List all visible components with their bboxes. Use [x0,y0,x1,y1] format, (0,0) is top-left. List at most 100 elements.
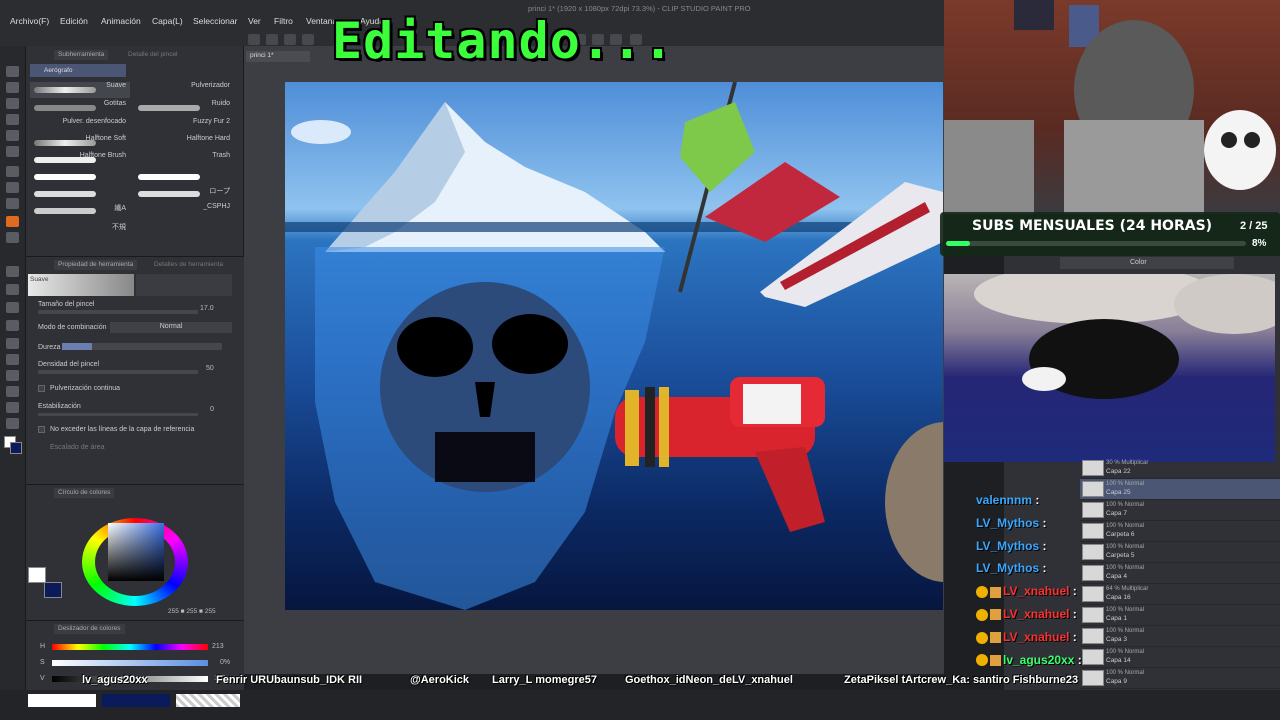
brush-suave[interactable]: Suave [30,82,130,98]
chat-username[interactable]: LV_xnahuel [1003,584,1069,598]
layer-row[interactable]: 100 % Normal Capa 14 [1080,647,1280,668]
chat-username[interactable]: LV_xnahuel [1003,607,1069,621]
brush-ruido[interactable]: Ruido [134,100,234,116]
brush-fuzzy-fur[interactable]: Fuzzy Fur 2 [134,118,234,134]
layer-row[interactable]: 100 % Normal Capa 9 [1080,668,1280,689]
brush-csphj[interactable]: _CSPHJ [134,203,234,219]
brush-pulver-desenfocado[interactable]: Pulver. desenfocado [30,118,130,134]
gradient-tool-icon[interactable] [6,320,19,331]
color-set-white[interactable] [28,694,96,707]
menu-ver[interactable]: Ver [248,16,261,26]
layer-row[interactable]: 100 % Normal Capa 4 [1080,563,1280,584]
tab-color-wheel[interactable]: Círculo de colores [54,488,115,498]
menu-edicion[interactable]: Edición [60,16,88,26]
menu-archivo[interactable]: Archivo(F) [10,16,49,26]
chat-username[interactable]: lv_agus20xx [1003,653,1074,667]
layer-color-dropdown[interactable]: Color [1060,257,1234,269]
chat-username[interactable]: LV_Mythos [976,516,1039,530]
subtool-group-airbrush[interactable]: Aerógrafo [30,64,126,77]
density-slider[interactable] [38,370,198,374]
canvas[interactable] [285,82,943,610]
continuous-checkbox[interactable] [38,385,45,392]
brush-halftone-soft[interactable]: Halftone Soft [30,135,130,151]
color-square[interactable] [108,523,164,581]
tab-color-slider[interactable]: Deslizador de colores [54,624,125,634]
operation-tool-icon[interactable] [6,98,19,109]
chat-username[interactable]: LV_xnahuel [1003,630,1069,644]
blend-tool-icon[interactable] [6,284,19,295]
zoom-tool-icon[interactable] [6,66,19,77]
brush-halftone-brush[interactable]: Halftone Brush [30,152,130,168]
balloon-tool-icon[interactable] [6,402,19,413]
layer-row[interactable]: 100 % Normal Carpeta 5 [1080,542,1280,563]
sub-color-swatch[interactable] [10,442,22,454]
color-set-navy[interactable] [102,694,170,707]
ruler-tool-icon[interactable] [6,370,19,381]
eyedropper-tool-icon[interactable] [6,146,19,157]
correct-line-tool-icon[interactable] [6,418,19,429]
frame-tool-icon[interactable] [6,354,19,365]
chat-colon: : [1032,493,1040,507]
layer-row[interactable]: 100 % Normal Capa 25 [1080,479,1280,500]
brush-tool-icon[interactable] [6,198,19,209]
brush-rope-a[interactable] [30,169,130,185]
airbrush-tool-icon[interactable] [6,216,19,227]
menu-capa[interactable]: Capa(L) [152,16,183,26]
stabilization-value[interactable]: 0 [210,406,214,413]
main-color-chip[interactable] [28,567,46,583]
figure-tool-icon[interactable] [6,338,19,349]
undo-icon[interactable] [248,34,260,45]
stabilization-slider[interactable] [38,413,198,416]
h-value[interactable]: 213 [212,643,224,650]
brush-wave[interactable] [134,169,234,185]
layer-row[interactable]: 30 % Multiplicar Capa 22 [1080,458,1280,479]
eraser-tool-icon[interactable] [6,266,19,277]
ref-layer-checkbox[interactable] [38,426,45,433]
brush-pulverizador[interactable]: Pulverizador [134,82,234,98]
density-value[interactable]: 50 [206,365,214,372]
blend-mode-select[interactable]: Normal [110,322,232,333]
layer-row[interactable]: 100 % Normal Capa 3 [1080,626,1280,647]
sub-color-chip[interactable] [44,582,62,598]
tab-brush-detail[interactable]: Detalle del pincel [124,50,182,60]
selection-tool-icon[interactable] [6,114,19,125]
chat-username[interactable]: LV_Mythos [976,539,1039,553]
brush-halftone-hard[interactable]: Halftone Hard [134,135,234,151]
fill-tool-icon[interactable] [6,302,19,313]
decoration-tool-icon[interactable] [6,232,19,243]
brush-rope-b[interactable] [30,186,130,202]
menu-animacion[interactable]: Animación [101,16,141,26]
brush-chain[interactable]: 繊A [30,203,130,219]
tab-tool-property[interactable]: Propiedad de herramienta [54,260,138,270]
hue-slider[interactable] [52,644,208,650]
chat-username[interactable]: LV_Mythos [976,561,1039,575]
brush-trash[interactable]: Trash [134,152,234,168]
layer-row[interactable]: 100 % Normal Capa 7 [1080,500,1280,521]
brush-gotitas[interactable]: Gotitas [30,100,130,116]
tab-subtool[interactable]: Subherramienta [54,50,109,60]
lasso-tool-icon[interactable] [6,130,19,141]
brush-irregular[interactable]: 不規 [30,222,130,238]
pencil-tool-icon[interactable] [6,182,19,193]
s-value[interactable]: 0% [220,659,230,666]
menu-filtro[interactable]: Filtro [274,16,293,26]
pen-tool-icon[interactable] [6,166,19,177]
open-icon[interactable] [284,34,296,45]
color-set-transparent[interactable] [176,694,240,707]
move-tool-icon[interactable] [6,82,19,93]
layer-row[interactable]: 100 % Normal Capa 1 [1080,605,1280,626]
brush-rope[interactable]: ロープ [134,186,234,202]
menu-seleccionar[interactable]: Seleccionar [193,16,237,26]
new-icon[interactable] [266,34,278,45]
document-tab[interactable]: princi 1* [246,51,310,62]
save-icon[interactable] [302,34,314,45]
layer-row[interactable]: 64 % Multiplicar Capa 16 [1080,584,1280,605]
saturation-slider[interactable] [52,660,208,666]
brush-size-slider[interactable] [38,310,198,314]
brush-size-value[interactable]: 17.0 [200,305,214,312]
tab-tool-details[interactable]: Detalles de herramienta [150,260,228,270]
layer-row[interactable]: 100 % Normal Carpeta 6 [1080,521,1280,542]
text-tool-icon[interactable] [6,386,19,397]
sub-badge-icon [976,654,988,667]
chat-username[interactable]: valennnm [976,493,1032,507]
